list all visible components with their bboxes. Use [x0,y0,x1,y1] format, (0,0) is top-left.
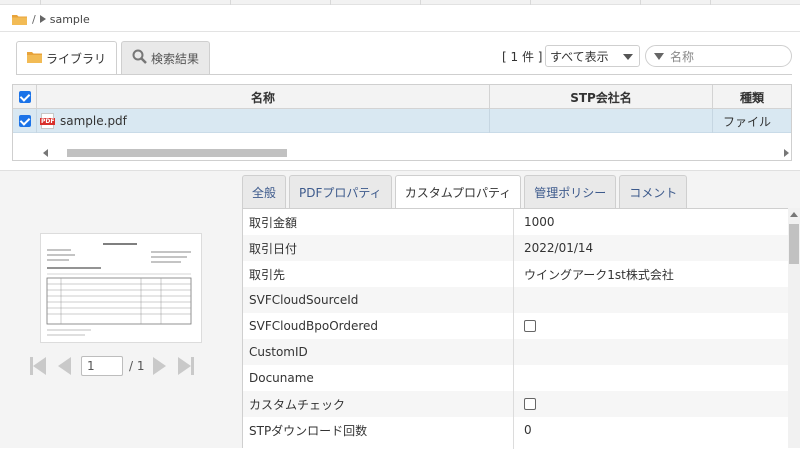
property-value-checkbox-cell [524,391,536,417]
property-row[interactable]: Docuname [243,365,789,391]
custom-check-checkbox[interactable] [524,398,536,410]
tab-comments[interactable]: コメント [619,175,688,208]
last-page-icon[interactable] [190,357,194,375]
property-value[interactable]: 0 [524,417,532,443]
property-key: SVFCloudBpoOrdered [249,319,379,333]
top-strip [0,0,800,5]
breadcrumb-current[interactable]: sample [50,13,90,26]
property-key: 取引金額 [249,215,298,230]
row-select-cell [13,109,37,133]
tab-search-results-label: 検索結果 [151,51,200,66]
row-type-cell: ファイル [723,114,772,129]
select-all-cell [13,85,37,109]
divider [0,31,800,32]
column-header-company[interactable]: STP会社名 [490,85,713,109]
property-value-checkbox-cell [524,313,536,339]
scrollbar-thumb[interactable] [67,149,287,157]
library-tabs: ライブラリ 検索結果 [16,41,214,75]
result-count: [ 1 件 ] [502,50,543,64]
scroll-left-icon[interactable] [43,149,48,157]
property-row[interactable]: 取引先 ウイングアーク1st株式会社 [243,261,789,287]
page-number-input[interactable]: 1 [81,356,123,376]
prev-page-icon[interactable] [58,357,71,375]
folder-icon[interactable] [12,14,27,25]
filter-icon [654,52,664,60]
filter-select[interactable]: すべて表示 [545,45,640,67]
folder-icon [27,51,42,66]
column-header-type[interactable]: 種類 [713,85,791,109]
row-company-cell [490,109,713,133]
property-row[interactable]: 取引金額 1000 [243,209,789,235]
property-row[interactable]: STPダウンロード回数 0 [243,417,789,443]
tab-library-label: ライブラリ [46,52,107,66]
next-page-icon[interactable] [152,357,166,375]
property-key: 取引日付 [249,241,298,256]
vertical-scrollbar[interactable] [788,208,800,448]
filter-select-value: すべて表示 [550,49,609,64]
property-key: 取引先 [249,267,286,282]
first-page-arrow[interactable] [33,357,46,375]
property-row[interactable]: CustomID [243,339,789,365]
tab-general[interactable]: 全般 [242,175,287,208]
tab-library[interactable]: ライブラリ [16,41,118,75]
property-key: Docuname [249,371,314,385]
chevron-right-icon [39,15,46,23]
last-page-arrow[interactable] [177,357,191,375]
property-row[interactable]: カスタムチェック [243,391,789,417]
breadcrumb: / sample [12,10,90,28]
property-value[interactable]: 1000 [524,209,555,235]
property-value[interactable]: ウイングアーク1st株式会社 [524,261,674,287]
document-thumbnail[interactable] [40,233,202,343]
row-name-cell[interactable]: PDF sample.pdf [37,109,490,133]
property-tabs: 全般 PDFプロパティ カスタムプロパティ 管理ポリシー コメント [242,175,690,209]
column-header-name[interactable]: 名称 [37,85,490,109]
select-all-checkbox[interactable] [18,91,31,103]
scroll-up-icon[interactable] [790,212,798,217]
table-row[interactable]: PDF sample.pdf ファイル [13,109,791,133]
custom-properties-table: 取引金額 1000 取引日付 2022/01/14 取引先 ウイングアーク1st… [242,208,789,449]
tab-custom-properties[interactable]: カスタムプロパティ [394,175,522,209]
property-row[interactable]: SVFCloudBpoOrdered [243,313,789,339]
property-value[interactable]: 2022/01/14 [524,235,593,261]
property-key: STPダウンロード回数 [249,423,368,438]
column-divider [513,209,514,449]
page-navigator: 1 / 1 [30,356,194,376]
name-filter-placeholder: 名称 [670,49,695,64]
name-filter-input[interactable]: 名称 [645,45,792,67]
breadcrumb-separator: / [32,12,36,26]
property-row[interactable]: SVFCloudSourceId [243,287,789,313]
tab-management-policy[interactable]: 管理ポリシー [524,175,617,208]
file-name: sample.pdf [60,114,127,128]
tab-search-results[interactable]: 検索結果 [121,41,211,74]
property-key: カスタムチェック [249,397,346,412]
horizontal-scrollbar[interactable] [37,147,789,157]
tab-pdf-properties[interactable]: PDFプロパティ [289,175,392,208]
file-grid: 名称 STP会社名 種類 PDF sample.pdf ファイル [12,84,792,161]
search-icon [132,49,147,67]
grid-header: 名称 STP会社名 種類 [13,85,791,109]
scrollbar-thumb[interactable] [789,224,799,264]
pdf-file-icon: PDF [40,113,56,129]
tabs-underline [16,74,792,75]
scroll-right-icon[interactable] [784,149,789,157]
row-checkbox[interactable] [18,115,31,127]
bpo-ordered-checkbox[interactable] [524,320,536,332]
chevron-down-icon [623,54,633,60]
property-key: SVFCloudSourceId [249,293,359,307]
property-key: CustomID [249,345,308,359]
document-preview-image [41,234,201,342]
page-total: / 1 [129,359,145,373]
property-row[interactable]: 取引日付 2022/01/14 [243,235,789,261]
